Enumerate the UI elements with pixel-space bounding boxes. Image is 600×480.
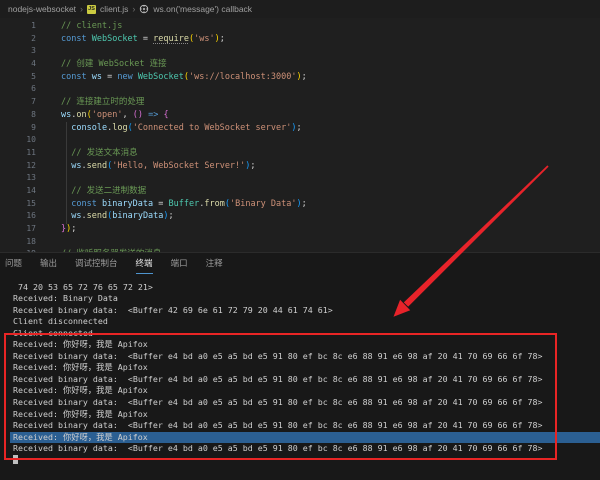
breadcrumb: nodejs-websocket › JS client.js › ws.on(…: [0, 0, 600, 18]
line-number: 7: [0, 96, 36, 109]
code-line: 15 const binaryData = Buffer.from('Binar…: [0, 198, 600, 211]
code-text: ws.on('open', () => {: [61, 109, 169, 122]
terminal-line: Received: 你好呀，我是 Apifox: [10, 432, 600, 444]
line-number: 10: [0, 134, 36, 147]
code-line: 6: [0, 83, 600, 96]
code-line: 7 // 连接建立时的处理: [0, 96, 600, 109]
code-text: // 发送文本消息: [61, 147, 138, 160]
code-line: 9 console.log('Connected to WebSocket se…: [0, 122, 600, 135]
code-text: });: [61, 223, 76, 236]
breadcrumb-symbol[interactable]: ws.on('message') callback: [153, 4, 252, 14]
code-line: 5 const ws = new WebSocket('ws://localhos…: [0, 71, 600, 84]
terminal-line: Client disconnected: [0, 316, 600, 328]
line-number: 5: [0, 71, 36, 84]
panel-tab-problems[interactable]: 问题: [5, 253, 22, 274]
line-number: 4: [0, 58, 36, 71]
code-text: // 创建 WebSocket 连接: [61, 58, 167, 71]
code-text: ws.send('Hello, WebSocket Server!');: [61, 160, 256, 173]
panel-tab-output[interactable]: 输出: [40, 253, 57, 274]
terminal-line: Received: 你好呀，我是 Apifox: [0, 409, 600, 421]
line-number: 14: [0, 185, 36, 198]
code-editor[interactable]: 1 // client.js 2 const WebSocket = require(…: [0, 18, 600, 252]
line-number: 6: [0, 83, 36, 96]
code-text: console.log('Connected to WebSocket serv…: [61, 122, 302, 135]
terminal-output[interactable]: 74 20 53 65 72 76 65 72 21>Received: Bin…: [0, 282, 600, 480]
code-line: 17});: [0, 223, 600, 236]
symbol-function-icon: [139, 4, 149, 14]
code-text: // client.js: [61, 20, 122, 33]
panel-tab-debug-console[interactable]: 调试控制台: [75, 253, 118, 274]
panel-tab-ports[interactable]: 端口: [171, 253, 188, 274]
terminal-line: Received binary data: <Buffer 42 69 6e 6…: [0, 305, 600, 317]
terminal-cursor: [13, 455, 18, 465]
line-number: 8: [0, 109, 36, 122]
line-number: 1: [0, 20, 36, 33]
terminal-line: Received binary data: <Buffer e4 bd a0 e…: [0, 443, 600, 455]
line-number: 3: [0, 45, 36, 58]
code-line: 3: [0, 45, 600, 58]
terminal-line: Received binary data: <Buffer e4 bd a0 e…: [0, 351, 600, 363]
js-file-icon: JS: [87, 5, 96, 14]
terminal-line: [0, 455, 600, 467]
code-line: 2 const WebSocket = require('ws');: [0, 33, 600, 46]
terminal-line: Received: 你好呀，我是 Apifox: [0, 385, 600, 397]
terminal-line: Received: 你好呀，我是 Apifox: [0, 362, 600, 374]
line-number: 17: [0, 223, 36, 236]
line-number: 16: [0, 210, 36, 223]
vscode-window: nodejs-websocket › JS client.js › ws.on(…: [0, 0, 600, 480]
terminal-line: Received binary data: <Buffer e4 bd a0 e…: [0, 374, 600, 386]
code-text: const WebSocket = require('ws');: [61, 33, 225, 46]
line-number: 9: [0, 122, 36, 135]
code-text: // 连接建立时的处理: [61, 96, 144, 109]
bottom-panel: 问题输出调试控制台终端端口注释 74 20 53 65 72 76 65 72 …: [0, 252, 600, 480]
code-line: 18: [0, 236, 600, 249]
line-number: 11: [0, 147, 36, 160]
indent-guide: [66, 122, 67, 224]
panel-tab-bar: 问题输出调试控制台终端端口注释: [0, 253, 600, 274]
terminal-line: Received: Binary Data: [0, 293, 600, 305]
breadcrumb-file[interactable]: client.js: [100, 4, 128, 14]
terminal-line: Client connected: [0, 328, 600, 340]
chevron-right-icon: ›: [80, 4, 83, 14]
code-line: 4 // 创建 WebSocket 连接: [0, 58, 600, 71]
line-number: 15: [0, 198, 36, 211]
code-line: 14 // 发送二进制数据: [0, 185, 600, 198]
panel-tab-comments[interactable]: 注释: [206, 253, 223, 274]
terminal-line: Received binary data: <Buffer e4 bd a0 e…: [0, 420, 600, 432]
line-number: 12: [0, 160, 36, 173]
code-line: 10: [0, 134, 600, 147]
code-text: const binaryData = Buffer.from('Binary D…: [61, 198, 307, 211]
terminal-line: Received: 你好呀，我是 Apifox: [0, 339, 600, 351]
code-line: 11 // 发送文本消息: [0, 147, 600, 160]
line-number: 2: [0, 33, 36, 46]
code-line: 12 ws.send('Hello, WebSocket Server!');: [0, 160, 600, 173]
chevron-right-icon: ›: [132, 4, 135, 14]
code-line: 1 // client.js: [0, 20, 600, 33]
line-number: 18: [0, 236, 36, 249]
line-number: 13: [0, 172, 36, 185]
code-line: 16 ws.send(binaryData);: [0, 210, 600, 223]
code-text: const ws = new WebSocket('ws://localhost…: [61, 71, 307, 84]
code-area: 1 // client.js 2 const WebSocket = require(…: [0, 20, 600, 252]
panel-tab-terminal[interactable]: 终端: [136, 253, 153, 274]
terminal-line: 74 20 53 65 72 76 65 72 21>: [0, 282, 600, 294]
breadcrumb-folder[interactable]: nodejs-websocket: [8, 4, 76, 14]
code-line: 13: [0, 172, 600, 185]
code-text: // 发送二进制数据: [61, 185, 146, 198]
code-text: ws.send(binaryData);: [61, 210, 174, 223]
terminal-line: Received binary data: <Buffer e4 bd a0 e…: [0, 397, 600, 409]
code-line: 8 ws.on('open', () => {: [0, 109, 600, 122]
